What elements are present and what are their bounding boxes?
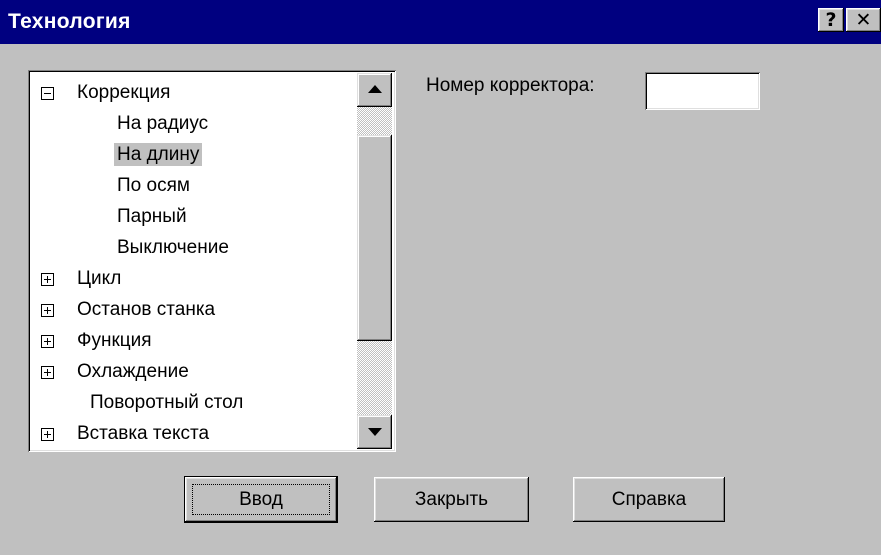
tree-item-ohlazhdenie[interactable]: Охлаждение xyxy=(74,356,192,388)
tree-item-ostanov-stanka[interactable]: Останов станка xyxy=(74,294,218,326)
arrow-down-icon xyxy=(368,428,382,436)
arrow-up-icon xyxy=(368,85,382,93)
tree-item-na-dlinu[interactable]: На длину xyxy=(114,139,203,171)
tree-item-po-osyam[interactable]: По осям xyxy=(114,170,193,202)
tree-item-vyklyuchenie[interactable]: Выключение xyxy=(114,232,232,264)
tree-item-vstavka-teksta[interactable]: Вставка текста xyxy=(74,418,212,450)
expand-icon[interactable] xyxy=(41,366,54,379)
corrector-number-label: Номер корректора: xyxy=(426,75,595,96)
close-icon[interactable]: ✕ xyxy=(846,8,881,32)
tree-item-povorotnyy-stol[interactable]: Поворотный стол xyxy=(87,387,246,419)
focus-rect xyxy=(192,484,330,515)
tree-view[interactable]: Коррекция На радиус На длину По осям Пар… xyxy=(28,70,396,452)
vertical-scrollbar[interactable] xyxy=(357,73,392,449)
tree-item-na-radius[interactable]: На радиус xyxy=(114,108,211,140)
expand-icon[interactable] xyxy=(41,335,54,348)
close-button-label: Закрыть xyxy=(414,488,489,510)
collapse-icon[interactable] xyxy=(41,87,54,100)
scrollbar-thumb[interactable] xyxy=(357,135,392,341)
scroll-up-button[interactable] xyxy=(357,73,392,107)
help-button[interactable]: Справка xyxy=(573,477,725,522)
help-icon[interactable]: ? xyxy=(818,8,844,32)
tree-item-parnyy[interactable]: Парный xyxy=(114,201,190,233)
expand-icon[interactable] xyxy=(41,273,54,286)
tree-item-cikl[interactable]: Цикл xyxy=(74,263,124,295)
enter-button[interactable]: Ввод xyxy=(185,477,337,522)
help-button-label: Справка xyxy=(611,488,687,510)
title-bar: Технология ? ✕ xyxy=(0,0,881,44)
window-title: Технология xyxy=(8,10,131,33)
tree-item-korrekciya[interactable]: Коррекция xyxy=(74,77,173,109)
expand-icon[interactable] xyxy=(41,428,54,441)
corrector-number-input[interactable] xyxy=(645,72,760,110)
scroll-down-button[interactable] xyxy=(357,415,392,449)
expand-icon[interactable] xyxy=(41,304,54,317)
close-button[interactable]: Закрыть xyxy=(374,477,529,522)
tree-item-funkciya[interactable]: Функция xyxy=(74,325,155,357)
